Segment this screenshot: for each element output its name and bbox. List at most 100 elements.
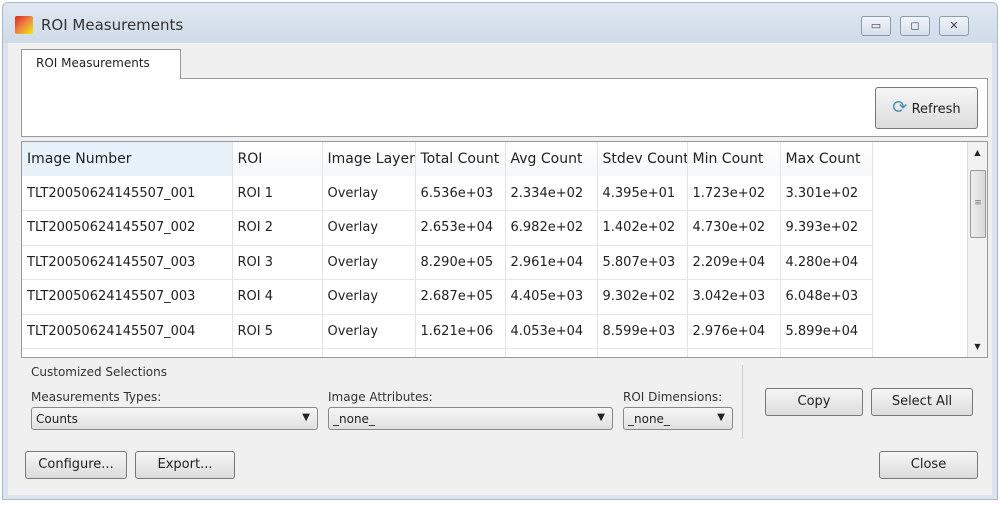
cell-roi[interactable]: ROI 3 <box>232 245 323 280</box>
column-header-max-count[interactable]: Max Count <box>780 142 873 176</box>
cell-avg-count[interactable]: 2.961e+04 <box>505 245 598 280</box>
tab-panel: ⟳ Refresh <box>21 78 988 137</box>
select-all-button[interactable]: Select All <box>871 388 973 416</box>
cell-total-count[interactable]: 1.621e+06 <box>415 314 506 349</box>
app-icon <box>15 16 33 34</box>
window-title: ROI Measurements <box>41 16 184 34</box>
column-header-min-count[interactable]: Min Count <box>687 142 781 176</box>
column-header-roi[interactable]: ROI <box>232 142 323 176</box>
column-header-stdev-count[interactable]: Stdev Count <box>597 142 688 176</box>
cell-max-count[interactable]: 1.199e+04 <box>780 348 873 357</box>
scrollbar-thumb[interactable]: ≡ <box>970 170 986 238</box>
refresh-label: Refresh <box>911 102 961 117</box>
measurement-types-label: Measurements Types: <box>31 390 162 404</box>
cell-image-number[interactable]: TLT20050624145507_004 <box>22 314 233 349</box>
cell-total-count[interactable]: 2.653e+04 <box>415 210 506 246</box>
maximize-button[interactable]: ◻ <box>900 16 930 36</box>
roi-dimensions-select[interactable]: _none_ ▼ <box>623 407 733 430</box>
refresh-icon: ⟳ <box>892 97 908 118</box>
cell-min-count[interactable]: 3.042e+03 <box>687 279 781 315</box>
cell-max-count[interactable]: 6.048e+03 <box>780 279 873 315</box>
roi-measurements-window: ROI Measurements ▭ ◻ ✕ ROI Measurements … <box>2 2 998 500</box>
cell-image-layer[interactable]: Overlay <box>322 348 416 357</box>
cell-stdev-count[interactable]: 5.807e+03 <box>597 245 688 280</box>
chevron-down-icon: ▼ <box>717 412 725 423</box>
scroll-down-icon[interactable]: ▼ <box>968 342 987 351</box>
cell-total-count[interactable]: 6.536e+03 <box>415 176 506 211</box>
close-button[interactable]: Close <box>879 451 978 479</box>
table-row[interactable]: TLT20050624145507_002 ROI 2 Overlay 2.653e+… <box>22 210 873 246</box>
column-header-avg-count[interactable]: Avg Count <box>505 142 598 176</box>
measurements-table: Image Number ROI Image Layer Total Count… <box>21 141 988 358</box>
cell-image-layer[interactable]: Overlay <box>322 245 416 280</box>
cell-avg-count[interactable]: 4.053e+04 <box>505 314 598 349</box>
cell-total-count[interactable]: 7.273e+05 <box>415 348 506 357</box>
cell-image-layer[interactable]: Overlay <box>322 210 416 246</box>
cell-roi[interactable]: ROI 1 <box>232 176 323 211</box>
cell-image-layer[interactable]: Overlay <box>322 176 416 211</box>
vertical-scrollbar[interactable]: ▲ ≡ ▼ <box>967 142 987 357</box>
cell-roi[interactable]: ROI 2 <box>232 210 323 246</box>
cell-total-count[interactable]: 2.687e+05 <box>415 279 506 315</box>
measurement-types-value: Counts <box>36 412 78 426</box>
image-attributes-label: Image Attributes: <box>328 390 433 404</box>
cell-image-layer[interactable]: Overlay <box>322 279 416 315</box>
chevron-down-icon: ▼ <box>597 412 605 423</box>
cell-image-number[interactable]: TLT20050624145507_002 <box>22 210 233 246</box>
table-row[interactable]: TLT20050624145507_001 ROI 1 Overlay 6.536e+… <box>22 176 873 211</box>
cell-max-count[interactable]: 9.393e+02 <box>780 210 873 246</box>
customized-selections-group: Customized Selections Measurements Types… <box>21 365 743 439</box>
cell-image-number[interactable]: TLT20050624145507_001 <box>22 176 233 211</box>
cell-avg-count[interactable]: 4.405e+03 <box>505 279 598 315</box>
cell-stdev-count[interactable]: 1.402e+02 <box>597 210 688 246</box>
refresh-button[interactable]: ⟳ Refresh <box>875 87 978 129</box>
cell-image-number[interactable]: TLT20050624145507_003 <box>22 245 233 280</box>
close-window-button[interactable]: ✕ <box>939 16 969 36</box>
cell-min-count[interactable]: 1.723e+02 <box>687 176 781 211</box>
cell-stdev-count[interactable]: 1.784e+03 <box>597 348 688 357</box>
roi-dimensions-value: _none_ <box>628 412 670 426</box>
table-row[interactable]: TLT20050624145507_003 ROI 3 Overlay 8.290e+… <box>22 245 873 280</box>
cell-roi[interactable]: ROI 4 <box>232 279 323 315</box>
cell-image-number[interactable]: TLT20050624145507_004 <box>22 348 233 357</box>
column-header-total-count[interactable]: Total Count <box>415 142 506 176</box>
configure-button[interactable]: Configure... <box>25 451 127 479</box>
cell-stdev-count[interactable]: 9.302e+02 <box>597 279 688 315</box>
customized-selections-title: Customized Selections <box>31 365 167 379</box>
cell-avg-count[interactable]: 2.334e+02 <box>505 176 598 211</box>
cell-max-count[interactable]: 4.280e+04 <box>780 245 873 280</box>
cell-min-count[interactable]: 4.730e+02 <box>687 210 781 246</box>
cell-min-count[interactable]: 6.007e+03 <box>687 348 781 357</box>
cell-max-count[interactable]: 5.899e+04 <box>780 314 873 349</box>
cell-avg-count[interactable]: 8.456e+03 <box>505 348 598 357</box>
cell-roi[interactable]: ROI 5 <box>232 314 323 349</box>
image-attributes-select[interactable]: _none_ ▼ <box>328 407 613 430</box>
cell-total-count[interactable]: 8.290e+05 <box>415 245 506 280</box>
tab-roi-measurements[interactable]: ROI Measurements <box>21 49 181 79</box>
cell-max-count[interactable]: 3.301e+02 <box>780 176 873 211</box>
image-attributes-value: _none_ <box>333 412 375 426</box>
cell-min-count[interactable]: 2.209e+04 <box>687 245 781 280</box>
cell-image-number[interactable]: TLT20050624145507_003 <box>22 279 233 315</box>
column-header-image-number[interactable]: Image Number <box>22 142 233 176</box>
cell-roi[interactable]: ROI 6 <box>232 348 323 357</box>
chevron-down-icon: ▼ <box>302 412 310 423</box>
roi-dimensions-label: ROI Dimensions: <box>623 390 723 404</box>
scroll-up-icon[interactable]: ▲ <box>968 148 987 157</box>
table-row[interactable]: TLT20050624145507_004 ROI 5 Overlay 1.621e+… <box>22 314 873 349</box>
table-header-row: Image Number ROI Image Layer Total Count… <box>22 142 873 176</box>
cell-stdev-count[interactable]: 4.395e+01 <box>597 176 688 211</box>
copy-button[interactable]: Copy <box>765 388 863 416</box>
measurement-types-select[interactable]: Counts ▼ <box>31 407 318 430</box>
export-button[interactable]: Export... <box>135 451 235 479</box>
dialog-content: ROI Measurements ⟳ Refresh Image Number … <box>8 43 992 495</box>
cell-min-count[interactable]: 2.976e+04 <box>687 314 781 349</box>
minimize-button[interactable]: ▭ <box>861 16 891 36</box>
table-row[interactable]: TLT20050624145507_004ROI 6Overlay7.273e+… <box>22 348 873 357</box>
cell-avg-count[interactable]: 6.982e+02 <box>505 210 598 246</box>
table-row[interactable]: TLT20050624145507_003 ROI 4 Overlay 2.687e+… <box>22 279 873 315</box>
title-bar: ROI Measurements ▭ ◻ ✕ <box>3 3 997 43</box>
cell-image-layer[interactable]: Overlay <box>322 314 416 349</box>
column-header-image-layer[interactable]: Image Layer <box>322 142 416 176</box>
cell-stdev-count[interactable]: 8.599e+03 <box>597 314 688 349</box>
